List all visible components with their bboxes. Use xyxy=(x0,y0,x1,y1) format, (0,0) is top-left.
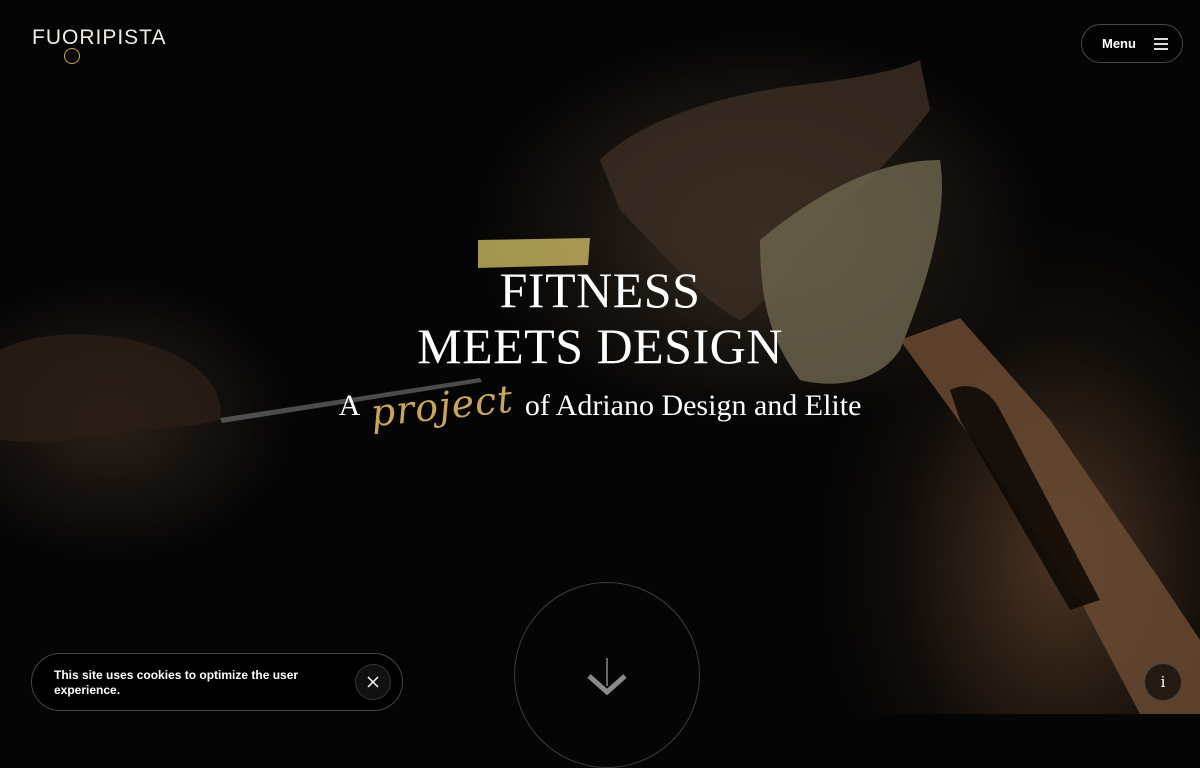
headline-line-1: FITNESS xyxy=(499,262,701,318)
headline-line-2: MEETS DESIGN xyxy=(417,318,783,374)
hamburger-icon xyxy=(1154,38,1168,50)
info-button[interactable]: i xyxy=(1144,663,1182,701)
info-icon: i xyxy=(1160,673,1166,691)
logo-ring-icon xyxy=(64,48,80,64)
cookie-close-button[interactable] xyxy=(355,664,391,700)
tagline-prefix: A xyxy=(338,389,359,422)
close-icon xyxy=(367,676,379,688)
hero-headline: FITNESS MEETS DESIGN xyxy=(0,262,1200,374)
brand-logo[interactable]: FUORIPISTA xyxy=(32,26,167,70)
arrow-down-icon xyxy=(587,658,627,696)
hero-tagline: A project of Adriano Design and Elite xyxy=(0,377,1200,436)
menu-label: Menu xyxy=(1102,36,1136,51)
tagline-suffix: of Adriano Design and Elite xyxy=(524,389,862,422)
cookie-banner: This site uses cookies to optimize the u… xyxy=(31,653,403,711)
cookie-message: This site uses cookies to optimize the u… xyxy=(54,668,299,697)
logo-wordmark: FUORIPISTA xyxy=(32,26,167,49)
menu-button[interactable]: Menu xyxy=(1081,24,1183,63)
